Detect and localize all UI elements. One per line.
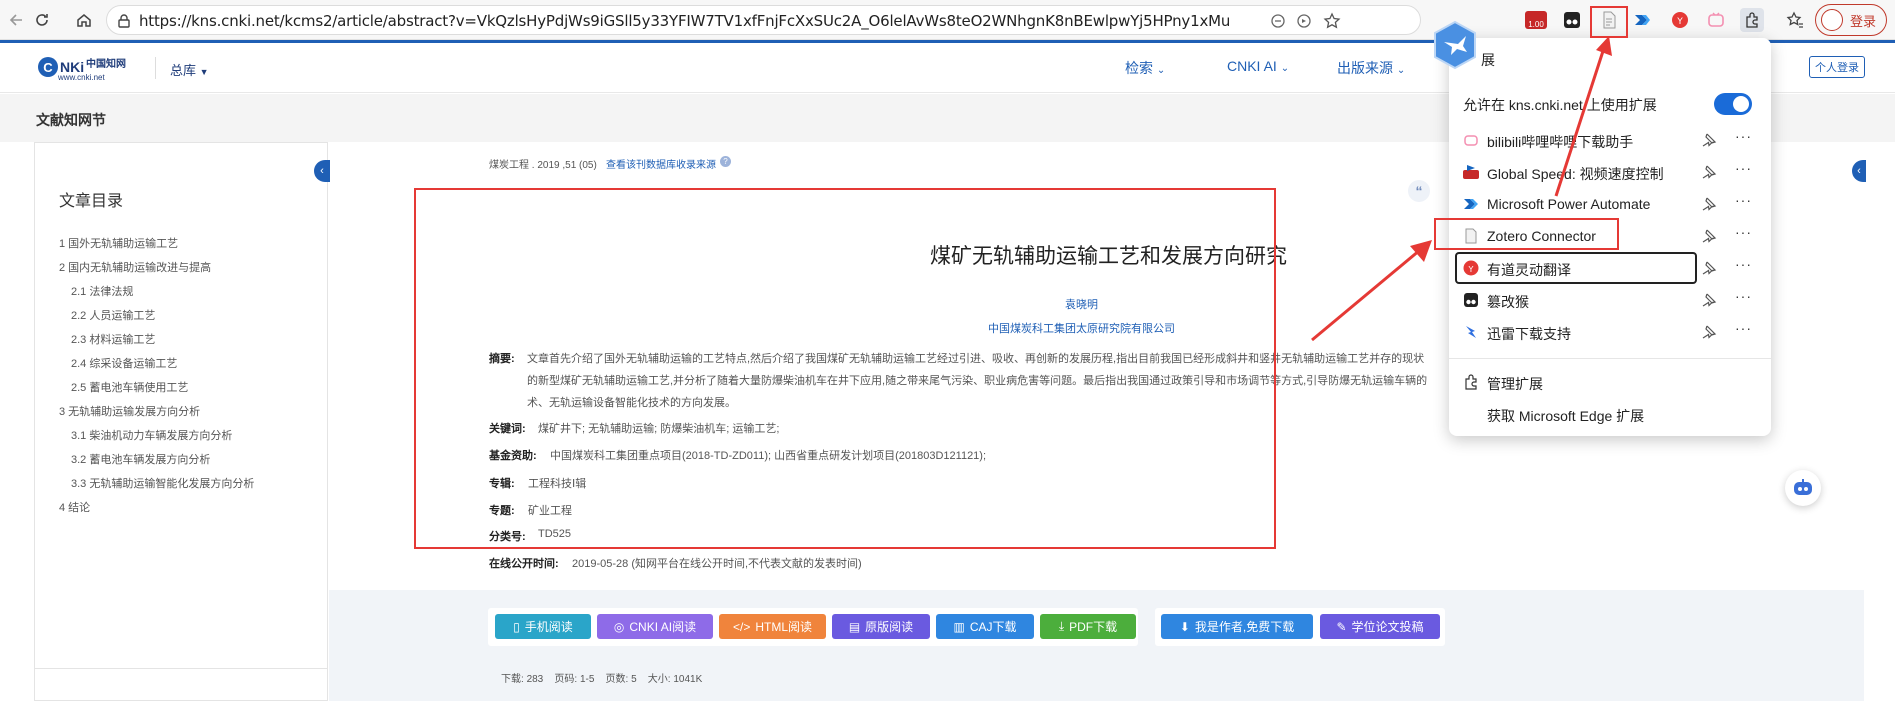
- annotation-arrows: [1311, 36, 1612, 342]
